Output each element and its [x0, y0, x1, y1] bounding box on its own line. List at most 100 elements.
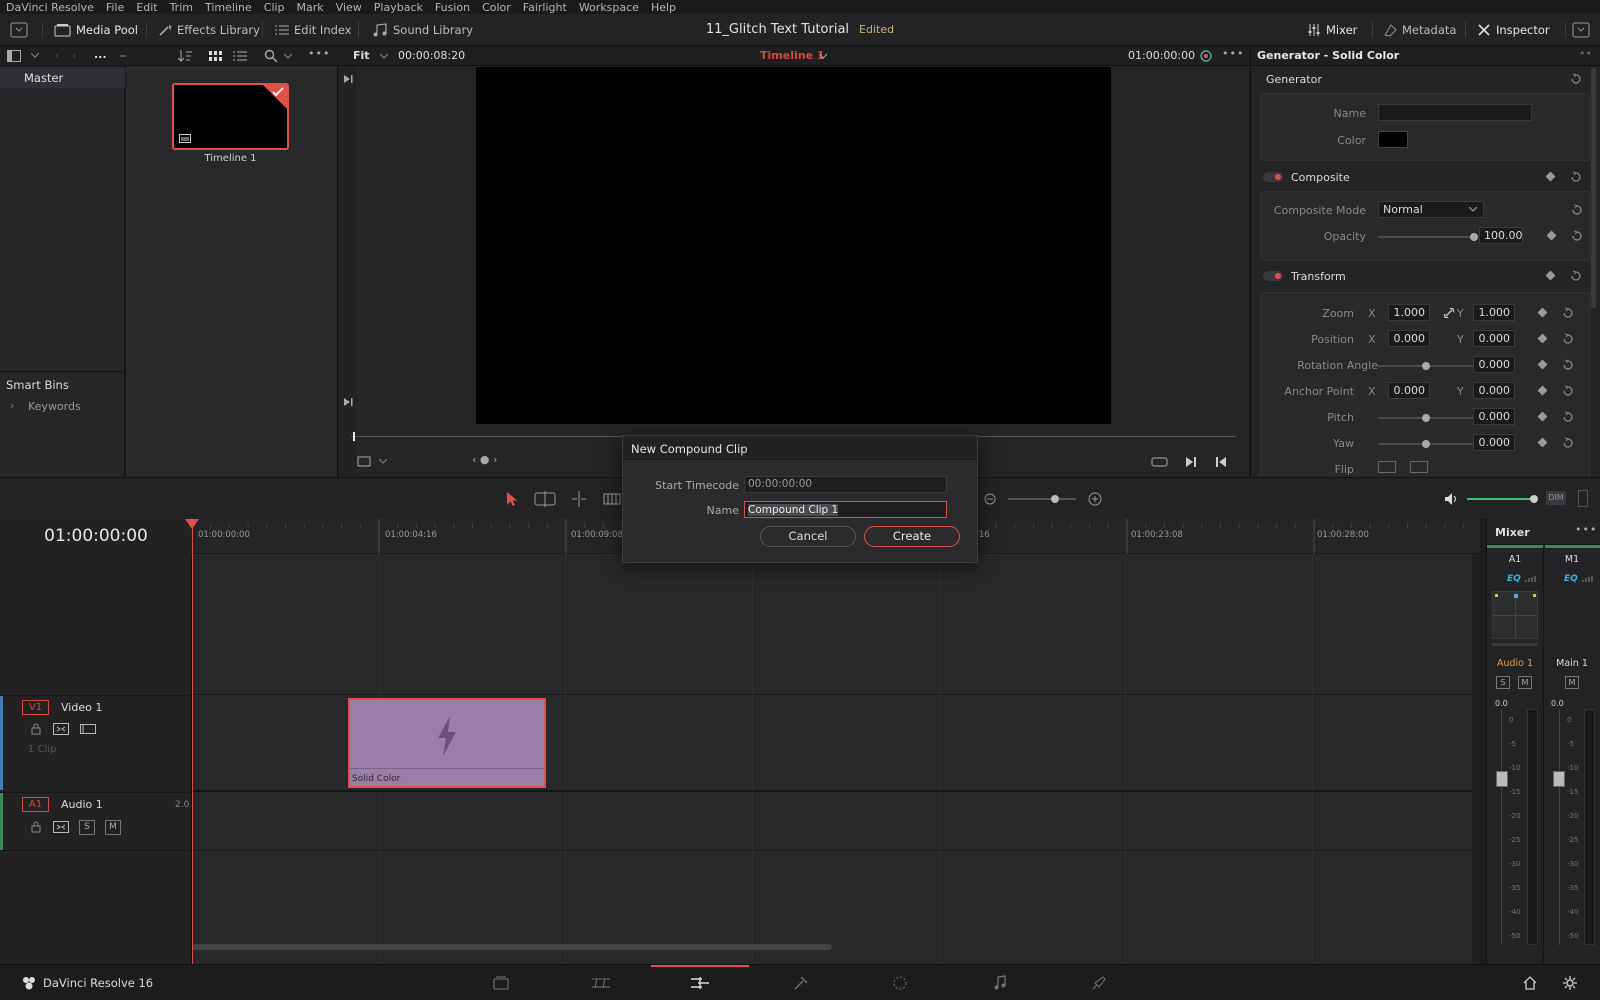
menu-help[interactable]: Help [651, 1, 676, 14]
anchor-x-field[interactable]: 0.000 [1388, 382, 1430, 399]
start-timecode-field[interactable]: 00:00:00:00 [744, 476, 947, 493]
metadata-button[interactable]: Metadata [1383, 21, 1456, 39]
media-pool-button[interactable]: Media Pool [54, 21, 138, 39]
menu-fairlight[interactable]: Fairlight [523, 1, 567, 14]
menu-davinci[interactable]: DaVinci Resolve [6, 1, 94, 14]
reset-icon[interactable] [1570, 171, 1582, 183]
media-page-icon[interactable] [493, 976, 509, 990]
solo-button[interactable]: S [79, 820, 95, 835]
chevron-down-icon[interactable] [380, 54, 388, 60]
eq-button-m1[interactable]: EQ [1564, 574, 1578, 584]
fairlight-page-icon[interactable] [993, 975, 1007, 991]
video-visibility-icon[interactable] [80, 723, 96, 735]
flip-horizontal-icon[interactable] [1378, 461, 1396, 473]
blade-tool-icon[interactable] [603, 492, 621, 506]
menu-mark[interactable]: Mark [297, 1, 324, 14]
video-preview[interactable] [476, 67, 1111, 424]
reset-icon[interactable] [1571, 204, 1583, 216]
lock-icon[interactable] [31, 821, 41, 833]
reset-icon[interactable] [1562, 307, 1574, 319]
menu-workspace[interactable]: Workspace [579, 1, 639, 14]
reset-icon[interactable] [1562, 333, 1574, 345]
opacity-slider[interactable] [1378, 236, 1474, 238]
chevron-down-icon[interactable] [379, 459, 387, 465]
rotation-field[interactable]: 0.000 [1473, 356, 1515, 373]
home-icon[interactable] [1523, 976, 1537, 990]
anchor-y-field[interactable]: 0.000 [1473, 382, 1515, 399]
opacity-slider-knob[interactable] [1470, 233, 1478, 241]
reset-icon[interactable] [1571, 230, 1583, 242]
compound-name-field[interactable]: Compound Clip 1 [744, 501, 947, 518]
chevron-down-icon[interactable] [284, 54, 292, 60]
cut-page-icon[interactable] [591, 976, 611, 990]
chevron-down-icon[interactable] [819, 54, 827, 60]
reset-icon[interactable] [1570, 73, 1582, 85]
lock-icon[interactable] [31, 723, 41, 735]
loop-icon[interactable] [1151, 456, 1169, 468]
yaw-slider-knob[interactable] [1422, 440, 1430, 448]
dim-button[interactable]: DIM [1546, 491, 1566, 505]
mute-button-m1[interactable]: M [1565, 676, 1579, 689]
bin-master[interactable]: Master [0, 68, 125, 88]
volume-slider-knob[interactable] [1530, 495, 1538, 503]
menu-color[interactable]: Color [482, 1, 511, 14]
zoom-out-icon[interactable] [984, 493, 996, 505]
position-x-field[interactable]: 0.000 [1388, 330, 1430, 347]
mixer-button[interactable]: Mixer [1307, 21, 1357, 39]
forward-icon[interactable]: › [72, 49, 76, 62]
reset-icon[interactable] [1562, 385, 1574, 397]
menu-edit[interactable]: Edit [136, 1, 157, 14]
more-options-icon[interactable]: ••• [1222, 47, 1244, 60]
zoom-y-field[interactable]: 1.000 [1473, 304, 1515, 321]
reset-icon[interactable] [1562, 359, 1574, 371]
keyframe-icon[interactable] [1537, 385, 1548, 396]
timeline-name[interactable]: Timeline 1 [760, 49, 825, 62]
more-options-icon[interactable]: ••• [308, 47, 330, 60]
color-page-icon[interactable] [892, 975, 908, 991]
skip-end-icon[interactable] [343, 397, 353, 407]
flip-vertical-icon[interactable] [1410, 461, 1428, 473]
eq-button-a1[interactable]: EQ [1507, 574, 1521, 584]
trim-tool-icon[interactable] [534, 491, 556, 507]
timeline-thumbnail[interactable] [172, 83, 289, 150]
meter-toggle-icon[interactable] [1578, 490, 1588, 507]
fusion-page-icon[interactable] [793, 975, 809, 991]
keyframe-icon[interactable] [1545, 171, 1556, 182]
menu-fusion[interactable]: Fusion [435, 1, 470, 14]
search-icon[interactable] [264, 49, 278, 63]
solo-button-a1[interactable]: S [1496, 676, 1510, 689]
mute-button-a1[interactable]: M [1518, 676, 1532, 689]
sound-library-button[interactable]: Sound Library [372, 21, 473, 39]
mute-button[interactable]: M [105, 820, 121, 835]
timeline-zoom-slider[interactable] [1008, 498, 1076, 500]
edit-index-button[interactable]: Edit Index [275, 21, 352, 39]
playhead-line[interactable] [192, 519, 193, 964]
keyframe-icon[interactable] [1546, 230, 1557, 241]
composite-mode-select[interactable]: Normal [1378, 201, 1484, 218]
solid-color-clip[interactable]: Solid Color [348, 698, 546, 788]
pitch-slider-knob[interactable] [1422, 414, 1430, 422]
color-sync-icon[interactable] [1199, 49, 1213, 63]
back-icon[interactable]: ‹ [55, 49, 59, 62]
jog-control[interactable]: ‹ ● › [472, 453, 497, 466]
menu-clip[interactable]: Clip [264, 1, 285, 14]
cancel-button[interactable]: Cancel [760, 526, 856, 547]
volume-slider[interactable] [1467, 498, 1535, 500]
vertical-scrollbar[interactable] [1472, 554, 1480, 964]
deliver-page-icon[interactable] [1091, 975, 1107, 991]
auto-track-icon[interactable] [53, 821, 69, 833]
dynamic-trim-icon[interactable] [568, 491, 590, 507]
reset-icon[interactable] [1570, 270, 1582, 282]
keyframe-icon[interactable] [1537, 437, 1548, 448]
timeline-scrollbar[interactable] [192, 944, 832, 950]
pan-control-a1[interactable] [1492, 591, 1538, 639]
play-reverse-icon[interactable] [1215, 456, 1227, 468]
zoom-dropdown[interactable]: Fit [353, 49, 370, 62]
pitch-field[interactable]: 0.000 [1473, 408, 1515, 425]
zoom-in-icon[interactable] [1088, 492, 1102, 506]
sidebar-toggle-icon[interactable] [7, 50, 21, 62]
timeline-tracks[interactable]: Solid Color [192, 554, 1480, 964]
link-icon[interactable] [1444, 308, 1454, 318]
keyframe-icon[interactable] [1537, 411, 1548, 422]
yaw-field[interactable]: 0.000 [1473, 434, 1515, 451]
